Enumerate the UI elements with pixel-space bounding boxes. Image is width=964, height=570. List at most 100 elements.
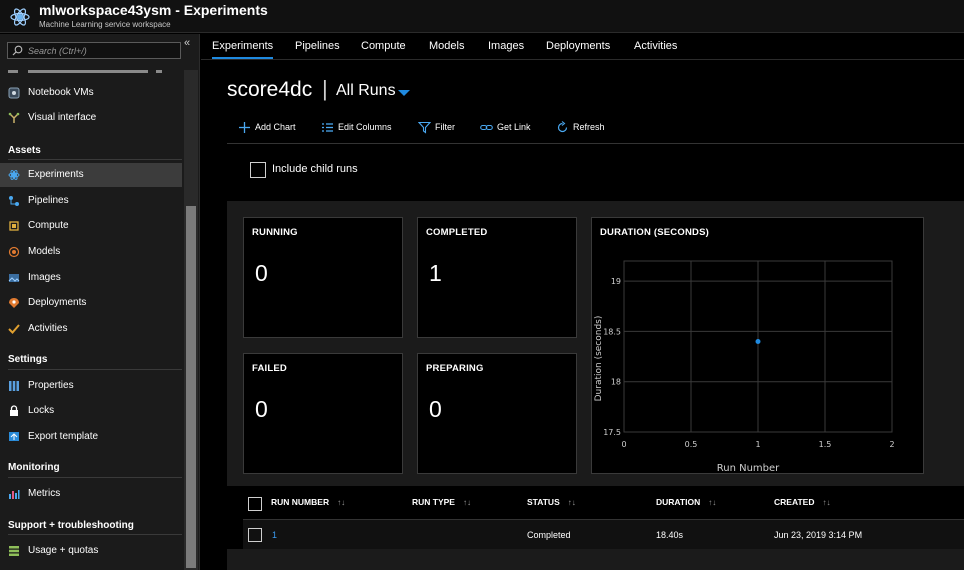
sort-icon: ↑↓ (337, 498, 346, 507)
sidebar-item-label: Experiments (28, 169, 84, 180)
tab-deployments[interactable]: Deployments (546, 40, 610, 52)
tab-compute[interactable]: Compute (361, 40, 406, 52)
sidebar-item-metrics[interactable]: Metrics (0, 482, 182, 506)
search-box[interactable] (7, 42, 181, 59)
link-icon (480, 124, 493, 131)
sidebar-item-experiments[interactable]: Experiments (0, 163, 182, 187)
preparing-count: 0 (429, 396, 442, 422)
ml-workspace-logo-icon (10, 8, 30, 26)
completed-count: 1 (429, 260, 442, 286)
plus-icon (239, 122, 250, 133)
sidebar-item-visual-interface[interactable]: Visual interface (0, 106, 182, 130)
select-all-checkbox[interactable] (248, 497, 262, 511)
visual-interface-icon (8, 112, 20, 123)
sidebar-item-activities[interactable]: Activities (0, 317, 182, 341)
sidebar-item-label: Notebook VMs (28, 87, 94, 98)
y-tick-label: 19 (611, 277, 621, 286)
column-header-duration[interactable]: DURATION ↑↓ (656, 497, 716, 511)
column-header-label: DURATION (656, 497, 701, 507)
metrics-icon (9, 490, 20, 499)
filter-icon (418, 121, 431, 134)
sidebar-item-compute[interactable]: Compute (0, 214, 182, 238)
sidebar-item-label: Models (28, 246, 61, 257)
sidebar-item-notebook-vms[interactable]: Notebook VMs (0, 81, 182, 105)
sort-icon: ↑↓ (462, 498, 471, 507)
search-input[interactable] (28, 43, 178, 58)
sort-icon: ↑↓ (708, 498, 717, 507)
sidebar-item-label: Activities (28, 323, 68, 334)
page-subtitle: Machine Learning service workspace (39, 20, 171, 29)
sidebar-item-usage-quotas[interactable]: Usage + quotas (0, 539, 182, 563)
chevron-down-icon[interactable] (398, 90, 410, 96)
status-cell: Completed (527, 530, 571, 540)
duration-chart-card: DURATION (SECONDS) 0 0.5 1 1.5 2 17.5 18 18.5 19… (591, 217, 924, 474)
sidebar-item-label: Visual interface (28, 112, 97, 123)
tab-images[interactable]: Images (488, 40, 524, 52)
activities-icon (8, 324, 20, 334)
filter-label: Filter (435, 122, 455, 132)
search-icon (12, 45, 23, 56)
duration-chart: 0 0.5 1 1.5 2 17.5 18 18.5 19 Run Number Duration … (594, 260, 895, 473)
sidebar-item-images[interactable]: Images (0, 266, 182, 290)
x-tick-label: 2 (889, 440, 894, 449)
sidebar-item-export-template[interactable]: Export template (0, 425, 182, 449)
table-footer (227, 549, 964, 570)
experiments-icon (8, 170, 20, 180)
deployments-icon (9, 298, 19, 308)
column-header-run-number[interactable]: RUN NUMBER ↑↓ (271, 497, 345, 511)
sidebar-item-label: Locks (28, 405, 55, 416)
sidebar-item-pipelines[interactable]: Pipelines (0, 189, 182, 213)
data-point (755, 338, 761, 344)
tab-models[interactable]: Models (429, 40, 464, 52)
sidebar-scrollbar-thumb[interactable] (186, 206, 196, 568)
section-heading-monitoring: Monitoring (8, 462, 60, 473)
include-child-runs-label: Include child runs (272, 163, 358, 175)
tab-activities[interactable]: Activities (634, 40, 677, 52)
sidebar-item-label: Pipelines (28, 195, 69, 206)
collapse-sidebar-icon[interactable]: « (184, 37, 190, 49)
sidebar-item-label: Compute (28, 220, 69, 231)
x-axis-label: Run Number (717, 463, 780, 473)
clipped-sidebar-item (8, 70, 162, 73)
compute-icon (9, 221, 19, 231)
title-bar: mlworkspace43ysm - Experiments Machine L… (0, 0, 964, 33)
x-tick-label: 0.5 (685, 440, 698, 449)
sidebar-item-properties[interactable]: Properties (0, 374, 182, 398)
sidebar-item-deployments[interactable]: Deployments (0, 291, 182, 315)
completed-label: COMPLETED (426, 227, 488, 238)
tab-experiments[interactable]: Experiments (212, 40, 274, 59)
section-heading-support: Support + troubleshooting (8, 520, 134, 531)
section-divider (8, 159, 182, 160)
lock-icon (10, 405, 18, 416)
column-header-label: CREATED (774, 497, 815, 507)
page-title: mlworkspace43ysm - Experiments (39, 2, 268, 18)
summary-panel: RUNNING 0 COMPLETED 1 FAILED 0 PREPARING… (227, 201, 964, 486)
column-header-label: RUN NUMBER (271, 497, 330, 507)
column-header-created[interactable]: CREATED ↑↓ (774, 497, 830, 511)
tab-pipelines[interactable]: Pipelines (295, 40, 340, 52)
x-tick-label: 0 (621, 440, 626, 449)
section-heading-settings: Settings (8, 354, 48, 365)
created-cell: Jun 23, 2019 3:14 PM (774, 530, 863, 540)
row-checkbox[interactable] (248, 528, 262, 542)
run-number-link[interactable]: 1 (272, 530, 277, 540)
edit-columns-icon (322, 123, 333, 132)
completed-card: COMPLETED 1 (417, 217, 577, 338)
sort-icon: ↑↓ (822, 498, 831, 507)
running-card: RUNNING 0 (243, 217, 403, 338)
run-filter-dropdown[interactable]: All Runs (336, 82, 396, 100)
running-count: 0 (255, 260, 268, 286)
sidebar-item-models[interactable]: Models (0, 240, 182, 264)
header-separator: | (322, 76, 328, 101)
notebook-vm-icon (8, 87, 20, 99)
column-header-status[interactable]: STATUS ↑↓ (527, 497, 576, 511)
preparing-label: PREPARING (426, 363, 484, 374)
sidebar-item-locks[interactable]: Locks (0, 399, 182, 423)
sidebar-item-label: Deployments (28, 297, 87, 308)
include-child-runs-checkbox[interactable] (250, 162, 266, 178)
duration-cell: 18.40s (656, 530, 684, 540)
column-header-label: STATUS (527, 497, 560, 507)
preparing-card: PREPARING 0 (417, 353, 577, 474)
sidebar-item-label: Usage + quotas (28, 545, 99, 556)
column-header-run-type[interactable]: RUN TYPE ↑↓ (412, 497, 471, 511)
